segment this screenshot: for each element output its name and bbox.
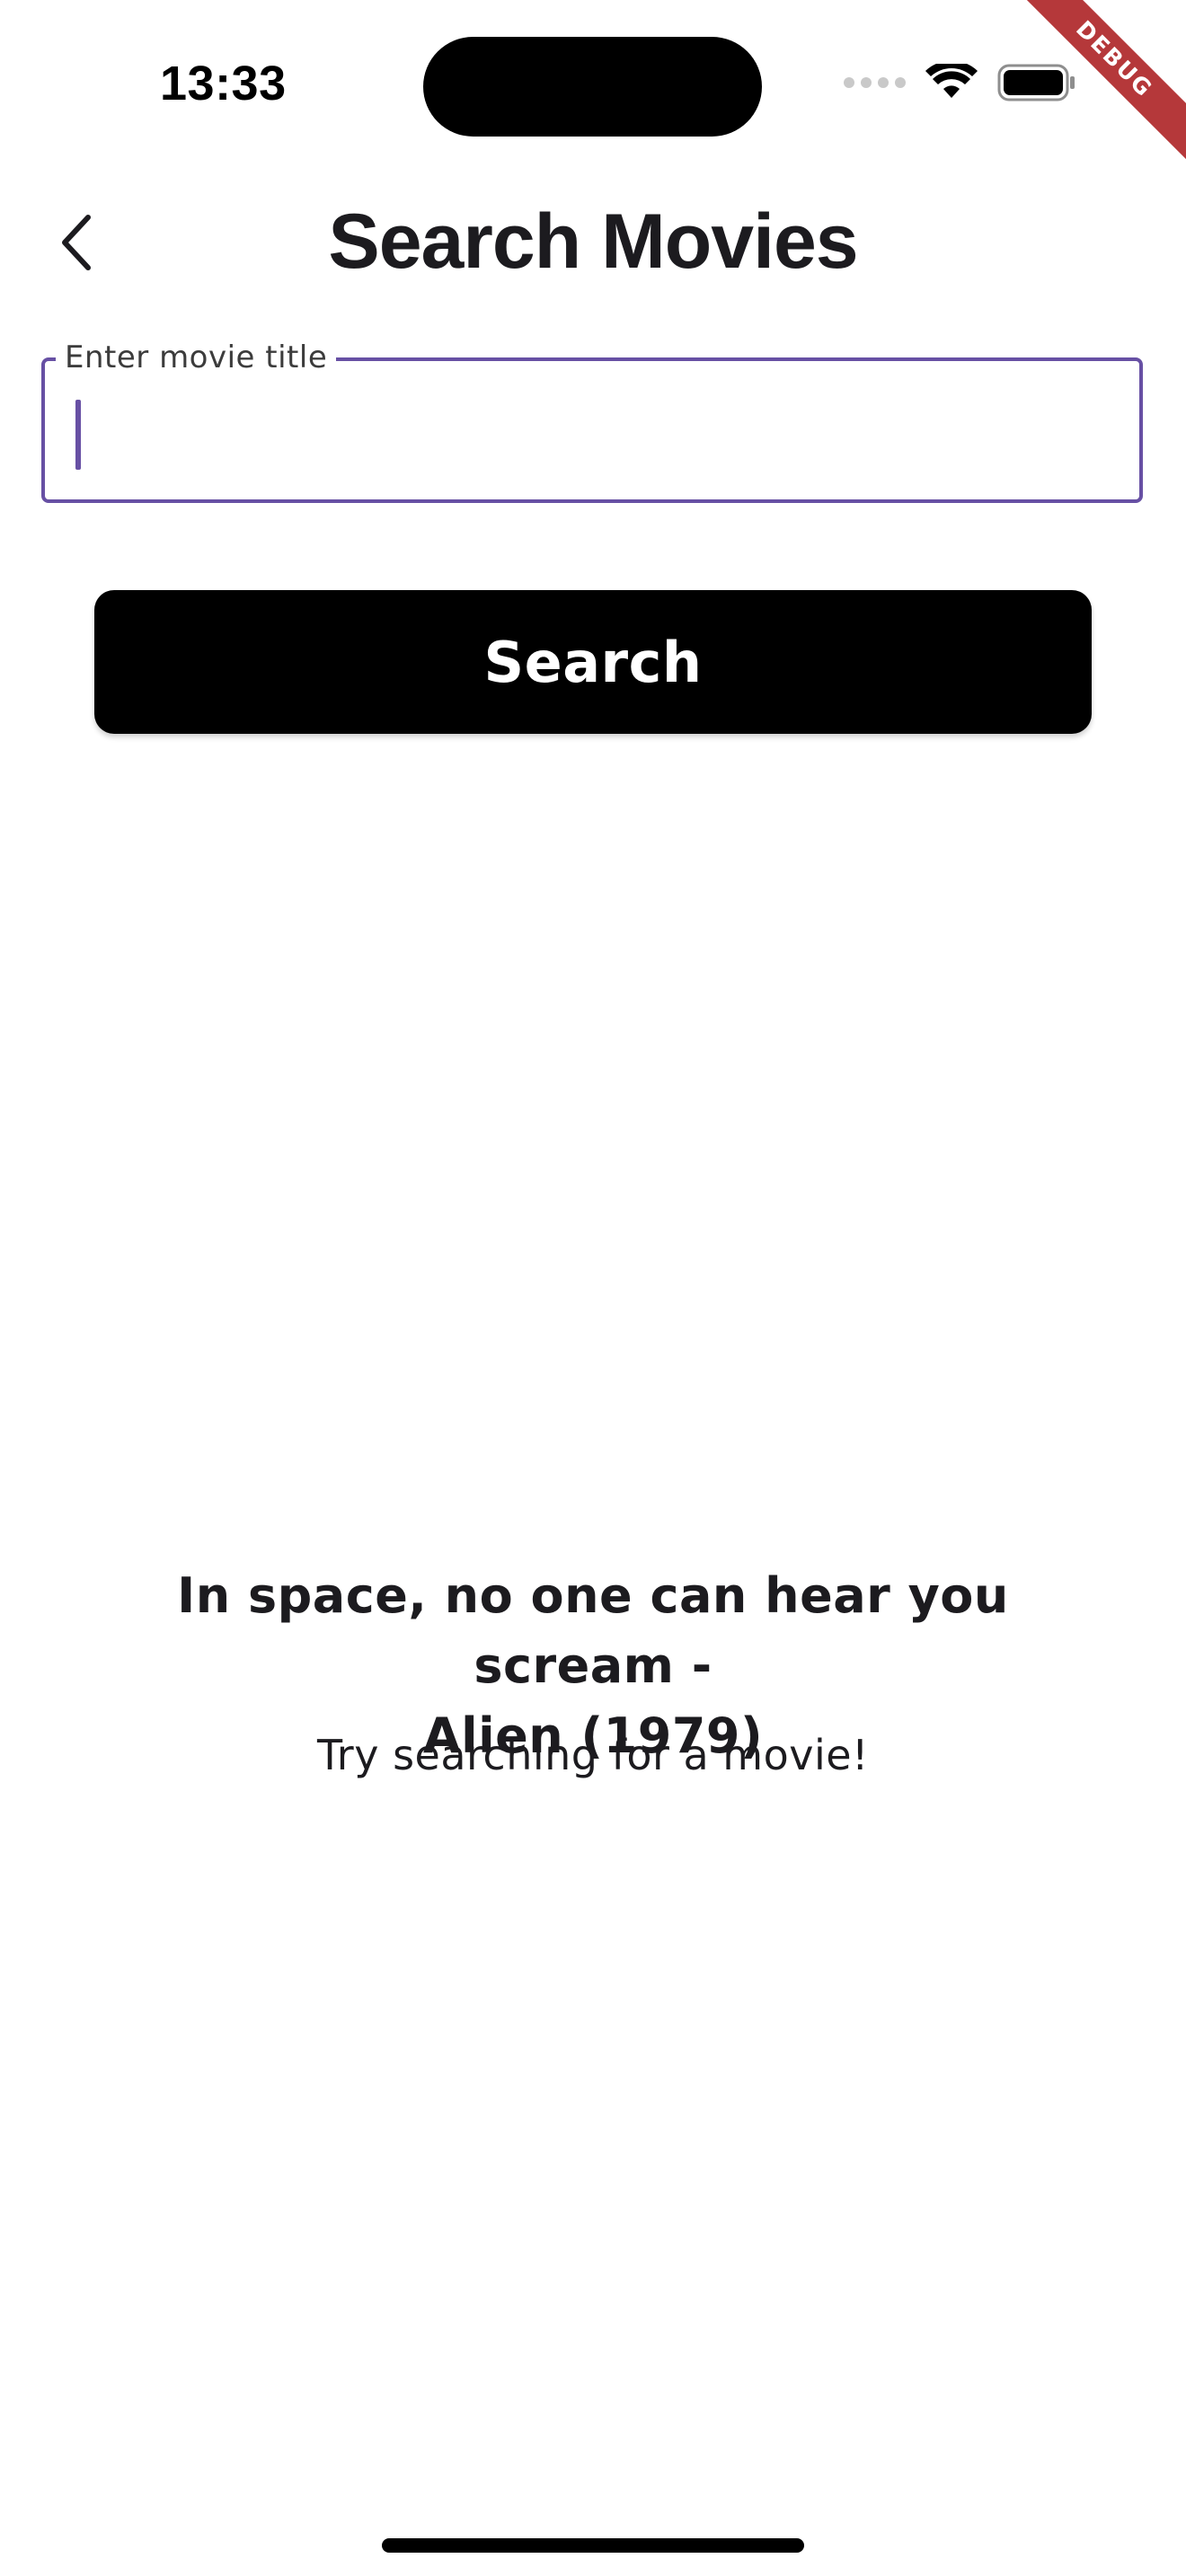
empty-state-hint: Try searching for a movie!	[316, 1731, 870, 1779]
cellular-dots-icon	[844, 77, 906, 88]
home-indicator[interactable]	[382, 2538, 804, 2553]
quote-line-1: In space, no one can hear you scream -	[177, 1567, 1009, 1694]
dynamic-island	[423, 37, 762, 137]
search-button[interactable]: Search	[94, 590, 1092, 734]
movie-title-field-label: Enter movie title	[56, 340, 337, 375]
movie-title-input[interactable]	[70, 397, 1116, 471]
debug-banner: DEBUG	[1006, 0, 1186, 180]
page-title: Search Movies	[328, 198, 858, 285]
status-bar-time: 13:33	[160, 57, 287, 110]
debug-banner-label: DEBUG	[1006, 0, 1186, 169]
text-cursor	[75, 400, 81, 470]
wifi-icon	[925, 64, 978, 98]
movie-title-field[interactable]: Enter movie title	[41, 340, 1143, 503]
